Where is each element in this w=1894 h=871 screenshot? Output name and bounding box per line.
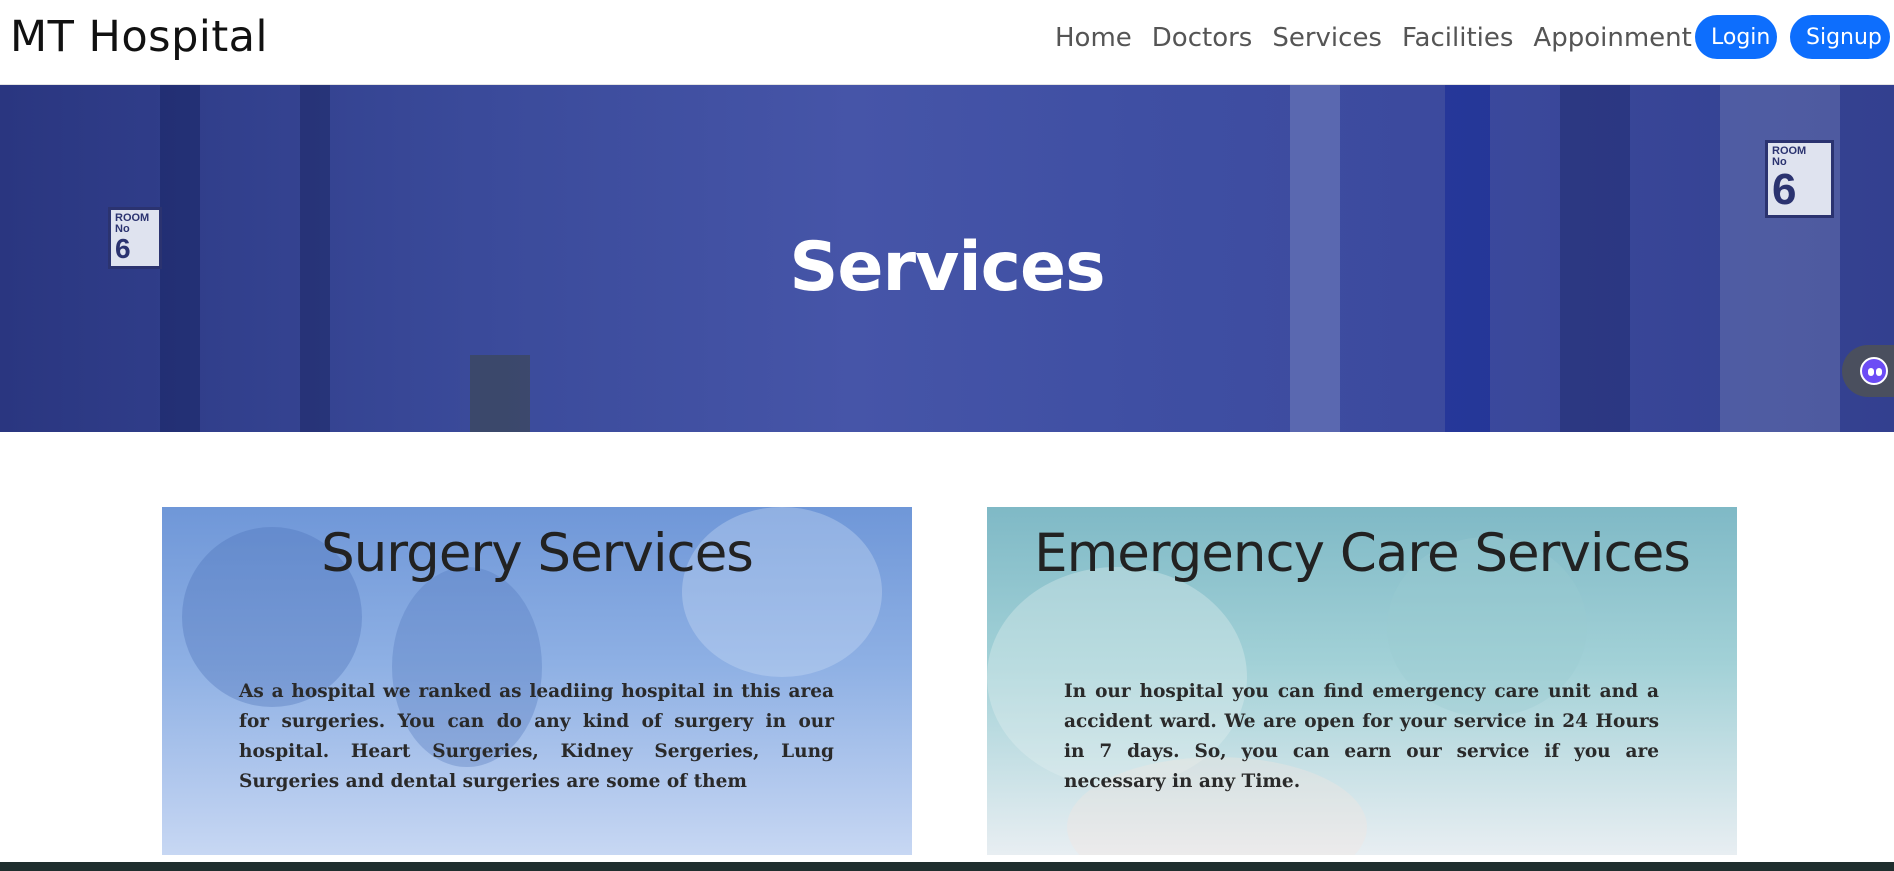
room-sign: ROOM No 6	[1765, 140, 1834, 218]
card-title: Surgery Services	[321, 523, 754, 584]
nav-links: Home Doctors Services Facilities Appoinm…	[1055, 20, 1712, 56]
nav-link-facilities[interactable]: Facilities	[1402, 20, 1513, 56]
nav-link-doctors[interactable]: Doctors	[1152, 20, 1253, 56]
chat-bot-icon	[1860, 357, 1888, 385]
chat-widget-button[interactable]	[1842, 345, 1894, 397]
page-title: Services	[789, 228, 1105, 307]
login-button[interactable]: Login	[1695, 15, 1777, 59]
signup-button[interactable]: Signup	[1790, 15, 1890, 59]
brand-logo[interactable]: MT Hospital	[10, 12, 268, 62]
service-card-surgery: Surgery Services As a hospital we ranked…	[162, 507, 912, 855]
hero-background-equipment	[470, 355, 530, 432]
navbar: MT Hospital Home Doctors Services Facili…	[0, 0, 1894, 85]
footer-strip	[0, 862, 1894, 871]
nav-link-appointment[interactable]: Appoinment	[1533, 20, 1691, 56]
service-card-emergency: Emergency Care Services In our hospital …	[987, 507, 1737, 855]
card-title: Emergency Care Services	[1034, 523, 1691, 584]
nav-link-home[interactable]: Home	[1055, 20, 1132, 56]
room-sign-number: 6	[1772, 165, 1797, 214]
card-description: In our hospital you can find emergency c…	[1064, 681, 1659, 792]
hero-banner: ROOM No 6 ROOM No 6 Services	[0, 85, 1894, 432]
card-description: As a hospital we ranked as leadiing hosp…	[239, 681, 834, 792]
nav-link-services[interactable]: Services	[1272, 20, 1382, 56]
